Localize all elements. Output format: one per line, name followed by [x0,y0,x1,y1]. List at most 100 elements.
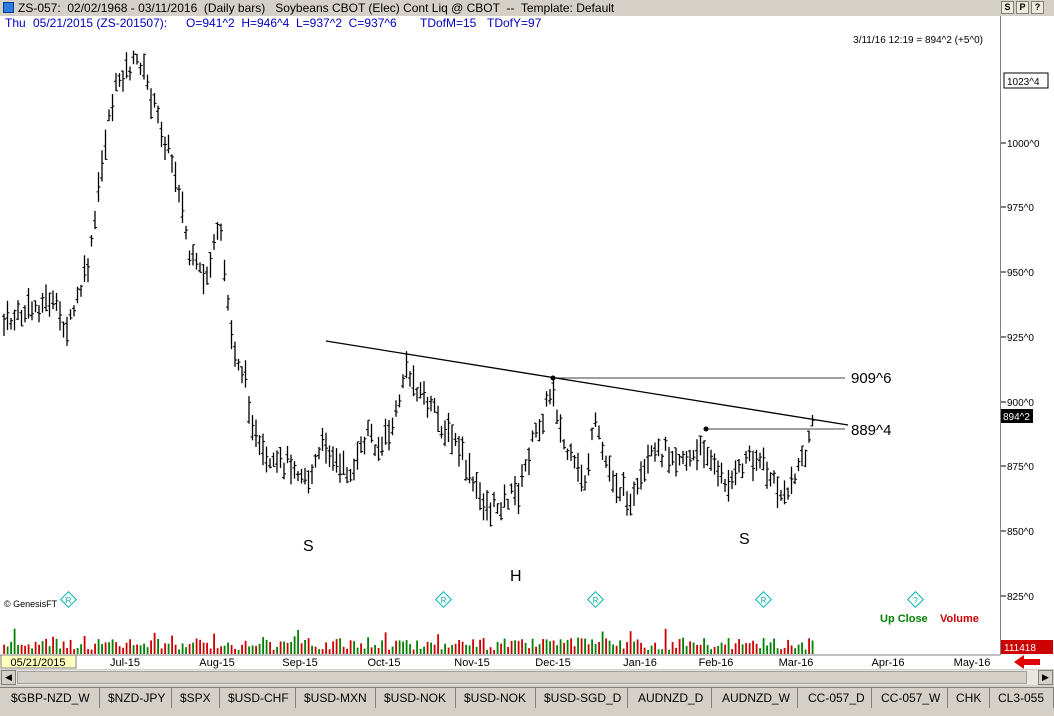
volume-bar [647,649,649,654]
volume-bar [192,642,194,654]
volume-bar [755,643,758,654]
volume-bar [223,645,226,654]
volume-bar [566,639,569,654]
volume-bar [283,641,285,654]
volume-bar [206,642,208,654]
scroll-thumb[interactable] [17,671,1027,684]
scroll-left-icon[interactable]: ◀ [1,670,16,685]
volume-bar [17,645,19,654]
volume-bar [290,641,292,654]
volume-bar [300,643,303,654]
volume-bar [482,638,485,654]
volume-bar [31,648,33,654]
volume-bar [486,649,488,654]
level-high-label: 909^6 [851,370,891,387]
tab-audnzd-d[interactable]: AUDNZD_D [628,688,712,708]
volume-bar [496,642,499,654]
volume-bar [73,649,75,654]
volume-bar [328,649,331,654]
y-tick-label: 900^0 [1007,398,1034,409]
volume-bar [167,643,170,654]
volume-bar [237,650,240,654]
volume-bar [507,647,509,654]
volume-bar [122,647,124,654]
tab-usd-nok-2[interactable]: $USD-NOK [456,688,536,708]
volume-bar [234,648,236,654]
volume-bar [654,642,656,654]
volume-bar [619,640,621,654]
volume-bar [52,636,54,654]
svg-text:?: ? [913,596,918,605]
volume-bar [115,642,117,654]
volume-bar [108,642,110,654]
tab-gbp-nzd-w[interactable]: $GBP-NZD_W [0,688,100,708]
tab-nzd-jpy[interactable]: $NZD-JPY [100,688,172,708]
volume-bar [612,644,614,654]
volume-bar [444,643,446,654]
x-month-label: Aug-15 [199,657,234,669]
volume-bar [682,637,684,654]
volume-bar [759,648,761,654]
price-chart[interactable]: 909^6 889^4 S H S 3/11/16 12:19 = 894^2 … [0,0,1054,669]
volume-bar [48,646,51,654]
volume-bar [59,648,61,654]
tab-cl3-055[interactable]: CL3-055 [990,688,1054,708]
level-high-dot [550,375,556,381]
volume-bar [157,639,159,654]
volume-bar [524,643,527,654]
tab-cc-057-w[interactable]: CC-057_W [872,688,948,708]
volume-bar [640,642,642,654]
volume-bar [787,639,789,654]
volume-bar [251,645,254,654]
tab-spx[interactable]: $SPX [172,688,220,708]
tab-usd-mxn[interactable]: $USD-MXN [296,688,376,708]
volume-bar [27,644,30,654]
tab-audnzd-w[interactable]: AUDNZD_W [712,688,798,708]
tab-cc-057-d[interactable]: CC-057_D [798,688,872,708]
copyright-label: © GenesisFT [4,599,58,609]
volume-bar [255,645,257,654]
volume-bar [213,633,215,654]
tab-chk[interactable]: CHK [948,688,990,708]
volume-bar [713,646,716,654]
y-tick-label: 1000^0 [1007,139,1040,150]
horizontal-scrollbar[interactable]: ◀ ▶ [0,669,1054,686]
volume-bar [304,640,306,654]
volume-bar [587,644,590,654]
y-tick-label: 875^0 [1007,462,1034,473]
tab-usd-sgd-d[interactable]: $USD-SGD_D [536,688,628,708]
volume-bar [710,649,712,654]
scroll-right-icon[interactable]: ▶ [1038,670,1053,685]
volume-bar [20,644,23,654]
volume-bar [339,638,341,654]
volume-bar [559,639,562,654]
volume-bar [377,648,380,654]
volume-bar [804,649,807,654]
volume-bar [125,642,128,654]
volume-bar [689,641,691,654]
tab-usd-nok[interactable]: $USD-NOK [376,688,456,708]
volume-bar [622,648,625,654]
volume-bar [503,638,506,654]
volume-bar [307,638,310,654]
svg-text:R: R [66,596,72,605]
volume-bar [626,642,628,654]
volume-bar [94,643,96,654]
x-month-label: Oct-15 [367,657,400,669]
volume-bar [143,643,145,654]
volume-bar [423,646,425,654]
volume-bar [696,644,698,654]
volume-bar [118,646,121,654]
volume-bar [769,642,772,654]
volume-bar [55,638,58,654]
volume-bar [83,635,86,654]
volume-bar [426,641,429,654]
volume-bar [171,635,173,654]
volume-bar [262,637,264,654]
volume-bar [584,638,586,654]
tab-usd-chf[interactable]: $USD-CHF [220,688,296,708]
volume-bar [678,639,681,654]
volume-bar [664,628,667,654]
volume-bar [388,649,390,654]
volume-bar [101,644,103,654]
